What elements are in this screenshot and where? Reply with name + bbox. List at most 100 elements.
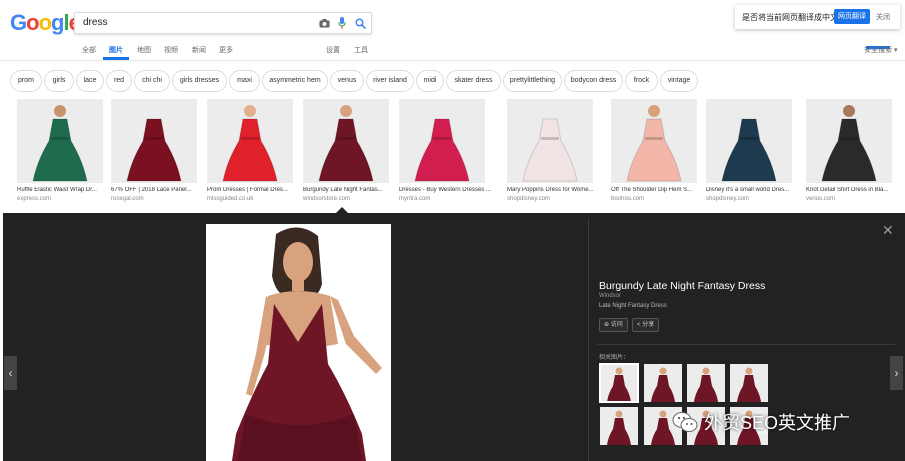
result-thumbnail[interactable]	[207, 99, 293, 183]
previous-arrow-icon[interactable]: ‹	[4, 356, 17, 390]
result-title[interactable]: Knot Detail Shirt Dress in Bla...	[806, 187, 902, 193]
result-source: shopdisney.com	[507, 196, 550, 202]
result-title[interactable]: Dresses - Buy Western Dresses ...	[399, 187, 495, 193]
preview-divider	[588, 218, 589, 461]
related-image[interactable]	[687, 364, 725, 402]
result-thumbnail[interactable]	[611, 99, 697, 183]
tab-images[interactable]: 图片	[109, 45, 123, 55]
dress-image	[607, 367, 631, 402]
preview-subtitle: Late Night Fantasy Dress	[599, 303, 667, 309]
dress-image	[32, 105, 88, 182]
translate-close-button[interactable]: 关闭	[876, 12, 890, 22]
related-image[interactable]	[644, 364, 682, 402]
watermark-text: 外贸SEO英文推广	[704, 413, 851, 433]
dress-image	[126, 105, 182, 182]
chip-girls-dresses[interactable]: girls dresses	[172, 70, 227, 92]
result-source: express.com	[17, 196, 52, 202]
next-arrow-icon[interactable]: ›	[890, 356, 903, 390]
result-thumbnail[interactable]	[303, 99, 389, 183]
share-label: 分享	[642, 322, 655, 328]
chip-frock[interactable]: frock	[625, 70, 658, 92]
dress-image	[626, 105, 682, 182]
result-title[interactable]: 67% OFF | 2018 Lace Panel...	[111, 187, 207, 193]
result-title[interactable]: Disney it's a small world Dres...	[706, 187, 802, 193]
tools-link[interactable]: 工具	[354, 45, 368, 55]
dress-image	[318, 105, 374, 182]
share-button[interactable]: < 分享	[632, 318, 660, 332]
chip-red[interactable]: red	[106, 70, 132, 92]
dress-image	[721, 105, 777, 182]
wechat-icon	[672, 412, 698, 432]
globe-icon: ⊕	[604, 322, 610, 328]
chip-midi[interactable]: midi	[416, 70, 444, 92]
translate-prompt: 是否将当前网页翻译成中文	[742, 13, 838, 22]
dress-image	[522, 105, 578, 182]
search-input[interactable]: dress	[74, 12, 372, 34]
result-thumbnail[interactable]	[399, 99, 485, 183]
settings-link[interactable]: 设置	[326, 45, 340, 55]
result-title[interactable]: Mary Poppins Dress for Wome...	[507, 187, 603, 193]
result-thumbnail[interactable]	[706, 99, 792, 183]
chip-girls[interactable]: girls	[44, 70, 74, 92]
result-source: windsorstore.com	[303, 196, 351, 202]
chip-maxi[interactable]: maxi	[229, 70, 260, 92]
search-query: dress	[83, 17, 108, 28]
related-images-label: 相关图片：	[599, 355, 630, 361]
chip-chi-chi[interactable]: chi chi	[134, 70, 170, 92]
chip-prettylittlething[interactable]: prettylittlething	[503, 70, 562, 92]
result-title[interactable]: Prom Dresses | Formal Dres...	[207, 187, 303, 193]
result-thumbnail[interactable]	[507, 99, 593, 183]
preview-title[interactable]: Burgundy Late Night Fantasy Dress	[599, 280, 765, 292]
result-source: missguided.co.uk	[207, 196, 254, 202]
tab-all[interactable]: 全部	[82, 45, 96, 55]
chip-bodycon-dress[interactable]: bodycon dress	[564, 70, 623, 92]
tab-maps[interactable]: 地图	[137, 45, 151, 55]
dress-image	[737, 367, 761, 402]
result-source: rosegal.com	[111, 196, 144, 202]
chip-skater-dress[interactable]: skater dress	[446, 70, 501, 92]
chip-river-island[interactable]: river island	[366, 70, 414, 92]
result-title[interactable]: Off The Shoulder Dip Hem S...	[611, 187, 707, 193]
dress-image	[414, 105, 470, 182]
translate-button[interactable]: 网页翻译	[834, 9, 870, 24]
related-image[interactable]	[730, 364, 768, 402]
visit-label: 访问	[610, 322, 623, 328]
chip-venus[interactable]: venus	[330, 70, 364, 92]
translate-bar: 是否将当前网页翻译成中文 网页翻译 关闭	[735, 5, 900, 29]
result-thumbnail[interactable]	[111, 99, 197, 183]
watermark: 外贸SEO英文推广	[672, 404, 884, 440]
related-image[interactable]	[599, 363, 639, 403]
result-source: boohoo.com	[611, 196, 645, 202]
tab-news[interactable]: 新闻	[192, 45, 206, 55]
result-source: venus.com	[806, 196, 836, 202]
search-icon[interactable]	[353, 16, 367, 30]
tab-more[interactable]: 更多	[219, 45, 233, 55]
tab-videos[interactable]: 视频	[164, 45, 178, 55]
result-source: myntra.com	[399, 196, 431, 202]
dress-image	[694, 367, 718, 402]
dress-image	[821, 105, 877, 182]
dress-image	[222, 105, 278, 182]
safe-search-toggle[interactable]: 安全搜索 ▾	[864, 45, 897, 55]
visit-button[interactable]: ⊕ 访问	[599, 318, 628, 332]
result-thumbnail[interactable]	[17, 99, 103, 183]
share-icon: <	[637, 322, 641, 328]
related-image[interactable]	[600, 407, 638, 445]
result-title[interactable]: Burgundy Late Night Fantas...	[303, 187, 399, 193]
result-thumbnail[interactable]	[806, 99, 892, 183]
chip-prom[interactable]: prom	[10, 70, 42, 92]
chip-lace[interactable]: lace	[76, 70, 104, 92]
result-source: shopdisney.com	[706, 196, 749, 202]
page: { "header": { "logo_letters": ["G","o","…	[0, 0, 905, 461]
dress-image	[651, 367, 675, 402]
camera-icon[interactable]	[317, 16, 331, 30]
preview-brand: Windsor	[599, 293, 622, 299]
header-divider	[0, 60, 905, 61]
chip-asymmetric-hem[interactable]: asymmetric hem	[262, 70, 328, 92]
preview-image[interactable]	[206, 224, 391, 461]
google-logo[interactable]: Google	[10, 11, 81, 35]
chip-vintage[interactable]: vintage	[660, 70, 698, 92]
result-title[interactable]: Ruffle Elastic Waist Wrap Dr...	[17, 187, 113, 193]
close-icon[interactable]: ✕	[882, 222, 894, 239]
microphone-icon[interactable]	[335, 16, 349, 30]
